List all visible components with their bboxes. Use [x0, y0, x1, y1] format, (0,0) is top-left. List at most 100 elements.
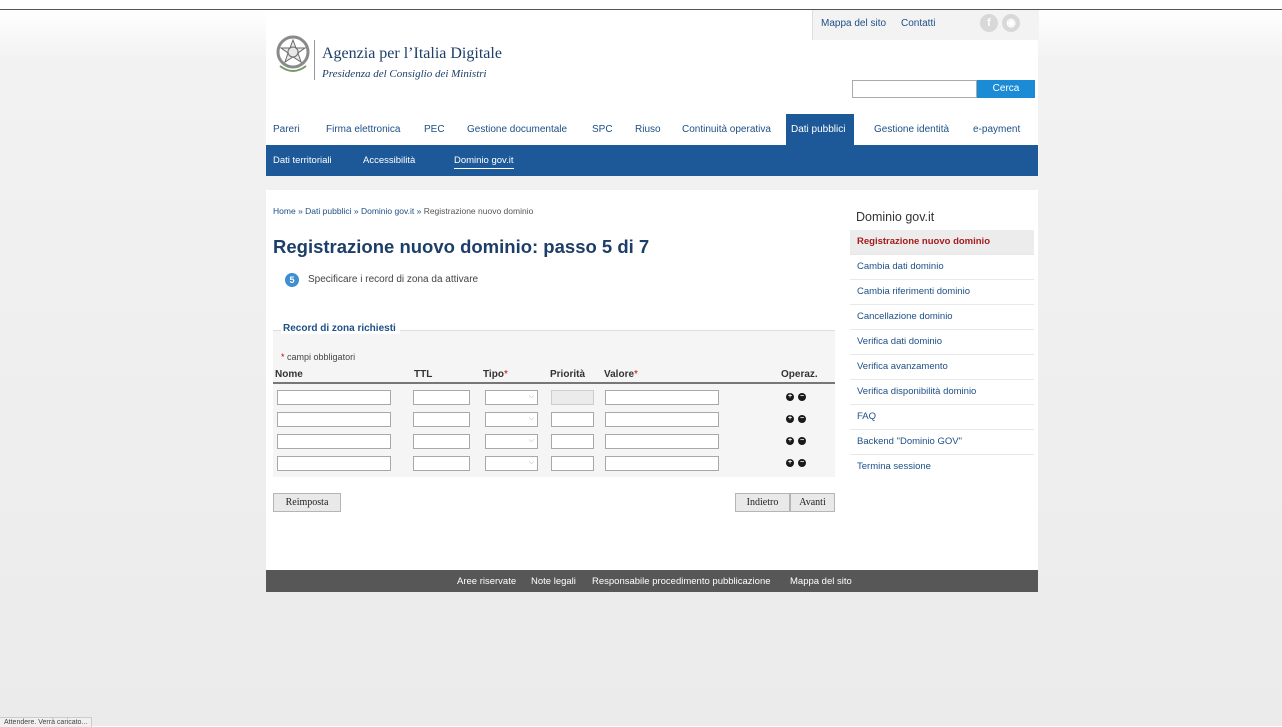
sidebar-item-cambia-dati[interactable]: Cambia dati dominio	[850, 255, 1034, 280]
sidebar-item-cambia-riferimenti[interactable]: Cambia riferimenti dominio	[850, 280, 1034, 305]
footer-link-mappa-sito[interactable]: Mappa del sito	[790, 576, 852, 587]
valore-input[interactable]	[605, 434, 719, 449]
remove-row-icon[interactable]: −	[798, 415, 806, 423]
priorita-input	[551, 390, 594, 405]
main-navigation: Pareri Firma elettronica PEC Gestione do…	[266, 114, 1038, 146]
step-number-badge: 5	[285, 273, 299, 287]
ttl-input[interactable]	[413, 434, 470, 449]
ttl-input[interactable]	[413, 456, 470, 471]
chevron-down-icon: ⌵	[528, 393, 534, 400]
valore-input[interactable]	[605, 390, 719, 405]
sidebar-item-cancellazione[interactable]: Cancellazione dominio	[850, 305, 1034, 330]
nome-input[interactable]	[277, 412, 391, 427]
page-title: Registrazione nuovo dominio: passo 5 di …	[273, 236, 650, 257]
tipo-select[interactable]: ⌵	[485, 456, 538, 471]
facebook-icon[interactable]: f	[980, 14, 998, 32]
nome-input[interactable]	[277, 456, 391, 471]
back-button[interactable]: Indietro	[735, 493, 790, 512]
breadcrumb-dominio-gov[interactable]: Dominio gov.it	[361, 206, 414, 216]
column-header-priorita: Priorità	[550, 369, 586, 380]
next-button[interactable]: Avanti	[790, 493, 835, 512]
valore-input[interactable]	[605, 412, 719, 427]
breadcrumb: Home » Dati pubblici » Dominio gov.it » …	[273, 206, 533, 216]
add-row-icon[interactable]: +	[786, 437, 794, 445]
footer-link-responsabile[interactable]: Responsabile procedimento pubblicazione	[592, 576, 771, 587]
italian-emblem-logo[interactable]	[275, 32, 311, 76]
required-note-text: campi obbligatori	[287, 352, 356, 362]
nav-item-pec[interactable]: PEC	[419, 114, 450, 145]
valore-input[interactable]	[605, 456, 719, 471]
table-row: ⌵ + −	[273, 387, 835, 409]
sidebar-item-faq[interactable]: FAQ	[850, 405, 1034, 430]
nav-item-continuita-operativa[interactable]: Continuità operativa	[677, 114, 776, 145]
priorita-input[interactable]	[551, 412, 594, 427]
footer-link-aree-riservate[interactable]: Aree riservate	[457, 576, 516, 587]
zone-records-fieldset: Record di zona richiesti * campi obbliga…	[273, 323, 835, 477]
breadcrumb-home[interactable]: Home	[273, 206, 296, 216]
sidebar-title: Dominio gov.it	[856, 210, 935, 224]
main-content: Home » Dati pubblici » Dominio gov.it » …	[266, 190, 1038, 570]
sidebar-item-verifica-avanzamento[interactable]: Verifica avanzamento	[850, 355, 1034, 380]
remove-row-icon[interactable]: −	[798, 437, 806, 445]
column-header-tipo: Tipo*	[483, 369, 508, 380]
table-row: ⌵ + −	[273, 409, 835, 431]
ttl-input[interactable]	[413, 412, 470, 427]
step-instruction: Specificare i record di zona da attivare	[308, 274, 479, 285]
add-row-icon[interactable]: +	[786, 415, 794, 423]
breadcrumb-separator: »	[353, 206, 359, 216]
search-input[interactable]	[852, 80, 977, 98]
search-button[interactable]: Cerca	[977, 80, 1035, 98]
breadcrumb-separator: »	[298, 206, 303, 216]
footer-link-note-legali[interactable]: Note legali	[531, 576, 576, 587]
reset-button[interactable]: Reimposta	[273, 493, 341, 512]
subnav-item-dati-territoriali[interactable]: Dati territoriali	[273, 155, 332, 166]
rss-icon[interactable]: ◉	[1002, 14, 1020, 32]
nav-item-gestione-documentale[interactable]: Gestione documentale	[462, 114, 572, 145]
nav-item-dati-pubblici[interactable]: Dati pubblici	[786, 114, 854, 145]
top-links-bar: Mappa del sito Contatti f ◉	[812, 10, 1039, 40]
table-header-divider	[273, 382, 835, 384]
tipo-select[interactable]: ⌵	[485, 390, 538, 405]
nome-input[interactable]	[277, 434, 391, 449]
site-map-link[interactable]: Mappa del sito	[821, 18, 886, 29]
nome-input[interactable]	[277, 390, 391, 405]
breadcrumb-separator: »	[416, 206, 422, 216]
priorita-input[interactable]	[551, 434, 594, 449]
nav-item-spc[interactable]: SPC	[587, 114, 618, 145]
nav-item-firma-elettronica[interactable]: Firma elettronica	[321, 114, 405, 145]
nav-item-riuso[interactable]: Riuso	[630, 114, 666, 145]
sidebar-item-termina-sessione[interactable]: Termina sessione	[850, 455, 1034, 479]
priorita-input[interactable]	[551, 456, 594, 471]
sidebar-item-verifica-dati[interactable]: Verifica dati dominio	[850, 330, 1034, 355]
required-fields-note: * campi obbligatori	[281, 352, 355, 362]
column-tipo-label: Tipo	[483, 369, 504, 380]
nav-item-pareri[interactable]: Pareri	[268, 114, 305, 145]
ttl-input[interactable]	[413, 390, 470, 405]
chevron-down-icon: ⌵	[528, 459, 534, 466]
sub-navigation: Dati territoriali Accessibilità Dominio …	[266, 145, 1038, 176]
remove-row-icon[interactable]: −	[798, 393, 806, 401]
tipo-select[interactable]: ⌵	[485, 434, 538, 449]
remove-row-icon[interactable]: −	[798, 459, 806, 467]
column-header-ttl: TTL	[414, 369, 433, 380]
nav-item-gestione-identita[interactable]: Gestione identità	[869, 114, 954, 145]
add-row-icon[interactable]: +	[786, 393, 794, 401]
sidebar-item-backend[interactable]: Backend "Dominio GOV"	[850, 430, 1034, 455]
subnav-item-dominio-gov[interactable]: Dominio gov.it	[454, 155, 514, 169]
sidebar-item-verifica-disponibilita[interactable]: Verifica disponibilità dominio	[850, 380, 1034, 405]
required-mark: *	[634, 369, 638, 380]
breadcrumb-dati-pubblici[interactable]: Dati pubblici	[305, 206, 351, 216]
subnav-item-accessibilita[interactable]: Accessibilità	[363, 155, 415, 166]
add-row-icon[interactable]: +	[786, 459, 794, 467]
sidebar-item-registrazione[interactable]: Registrazione nuovo dominio	[850, 230, 1034, 255]
table-row: ⌵ + −	[273, 453, 835, 475]
site-footer: Aree riservate Note legali Responsabile …	[266, 570, 1038, 592]
site-header: Mappa del sito Contatti f ◉ Agenzia per …	[266, 10, 1039, 114]
required-mark: *	[281, 352, 285, 362]
contacts-link[interactable]: Contatti	[901, 18, 935, 29]
nav-item-e-payment[interactable]: e-payment	[968, 114, 1025, 145]
logo-divider	[314, 40, 315, 80]
column-header-valore: Valore*	[604, 369, 638, 380]
agency-name[interactable]: Agenzia per l’Italia Digitale	[322, 45, 502, 63]
tipo-select[interactable]: ⌵	[485, 412, 538, 427]
